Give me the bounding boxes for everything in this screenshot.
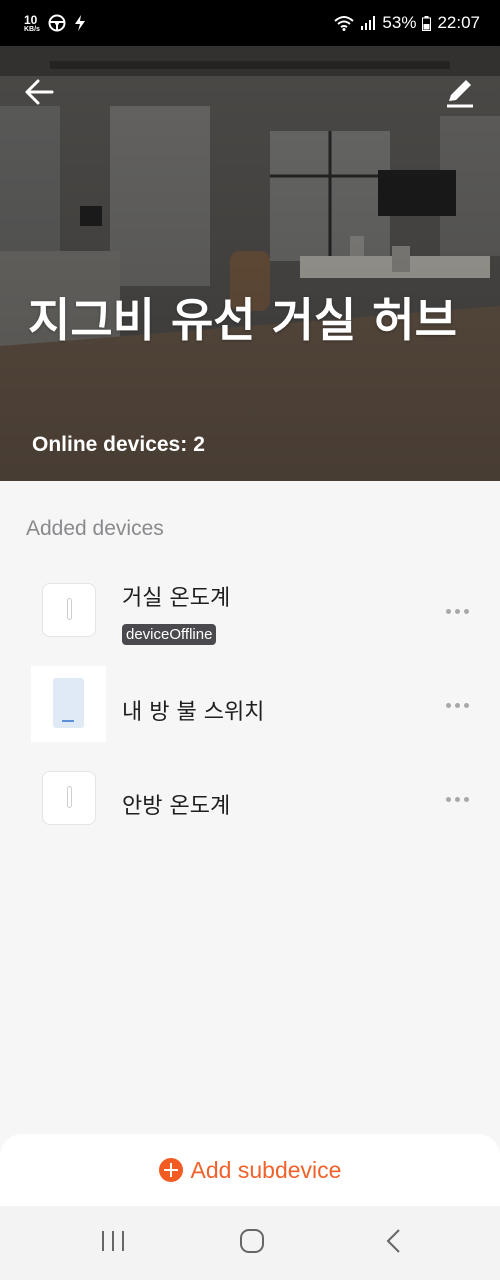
home-icon[interactable] bbox=[239, 1228, 265, 1254]
recent-apps-icon[interactable] bbox=[100, 1228, 126, 1254]
section-label: Added devices bbox=[26, 517, 164, 540]
steering-wheel-icon bbox=[48, 14, 66, 32]
arrow-left-icon bbox=[25, 79, 54, 105]
switch-led bbox=[62, 720, 74, 722]
hero-shade bbox=[0, 46, 500, 481]
status-right: 53% 22:07 bbox=[334, 13, 480, 33]
online-devices-count: 2 bbox=[193, 433, 205, 456]
add-subdevice-label: Add subdevice bbox=[190, 1156, 342, 1183]
pencil-icon bbox=[447, 80, 473, 108]
lightning-icon bbox=[74, 15, 85, 31]
online-devices-label: Online devices: bbox=[32, 433, 188, 456]
status-bar: 10 KB/s 53% 22:07 bbox=[0, 0, 500, 46]
thermometer-sensor-icon bbox=[42, 771, 96, 825]
clock: 22:07 bbox=[437, 13, 480, 32]
sensor-indicator bbox=[67, 598, 72, 620]
offline-badge: deviceOffline bbox=[122, 624, 217, 645]
system-nav-bar bbox=[0, 1206, 500, 1280]
hub-header: 지그비 유선 거실 허브 Online devices: 2 bbox=[0, 46, 500, 481]
device-row[interactable]: 안방 온도계 bbox=[0, 754, 500, 844]
wifi-icon bbox=[334, 16, 355, 31]
battery-icon bbox=[422, 15, 432, 31]
more-options-icon[interactable] bbox=[446, 606, 472, 616]
device-row[interactable]: 내 방 불 스위치 bbox=[0, 660, 500, 750]
network-speed: 10 KB/s bbox=[24, 14, 40, 33]
more-options-icon[interactable] bbox=[446, 700, 472, 710]
network-speed-unit: KB/s bbox=[24, 25, 40, 33]
sensor-indicator bbox=[67, 786, 72, 808]
wall-switch-icon bbox=[31, 666, 106, 742]
device-name: 안방 온도계 bbox=[122, 794, 231, 819]
status-left: 10 KB/s bbox=[24, 14, 86, 33]
back-nav-icon[interactable] bbox=[382, 1228, 408, 1254]
hub-detail-page: 10 KB/s 53% 22:07 지그비 유선 거실 허브 Online de… bbox=[0, 0, 500, 1280]
thermometer-sensor-icon bbox=[42, 583, 96, 637]
battery-percent: 53% bbox=[382, 13, 417, 32]
device-row[interactable]: 거실 온도계 deviceOffline bbox=[0, 566, 500, 656]
network-speed-value: 10 bbox=[24, 12, 38, 27]
edit-button[interactable] bbox=[442, 74, 478, 110]
online-devices: Online devices: 2 bbox=[32, 433, 205, 457]
device-name: 거실 온도계 bbox=[122, 586, 231, 611]
back-button[interactable] bbox=[22, 74, 58, 110]
plus-circle-icon bbox=[158, 1158, 183, 1182]
signal-icon bbox=[361, 16, 376, 30]
device-name: 내 방 불 스위치 bbox=[122, 700, 265, 725]
add-subdevice-button[interactable]: Add subdevice bbox=[0, 1134, 500, 1206]
hub-title: 지그비 유선 거실 허브 bbox=[28, 293, 457, 347]
more-options-icon[interactable] bbox=[446, 794, 472, 804]
